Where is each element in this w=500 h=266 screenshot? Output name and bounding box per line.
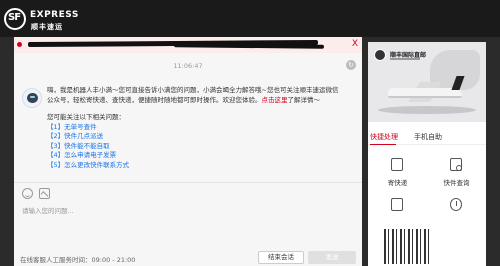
quick-send-parcel[interactable]: 寄快递 [368,154,427,194]
image-upload-icon[interactable] [39,188,50,199]
notice-dot-icon [17,42,22,47]
chat-footer: 在线客服人工服务时间：09:00 - 21:00 结束会话 发送 [14,249,362,266]
related-question-link[interactable]: 【5】怎么更改快件联系方式 [47,161,343,171]
related-question-link[interactable]: 【1】无单号查件 [47,123,343,133]
package-icon [391,158,403,171]
side-tabs: 快捷处理 手机自助 [368,129,486,145]
emoji-icon[interactable] [22,188,33,199]
chat-panel: 11:06:47 ↻ 嗨，我是机器人丰小满～您可直接告诉小满您的问题，小满会竭全… [14,53,362,266]
notice-close-button[interactable]: X [352,39,358,49]
tab-mobile-self-service[interactable]: 手机自助 [414,132,442,142]
logo-mark: SF [8,12,21,23]
service-hours: 在线客服人工服务时间：09:00 - 21:00 [20,256,136,264]
side-panel: 顺丰国际直邮 快捷处理 手机自助 寄快递 快件查询 [368,42,486,266]
brand-name-cn: 顺丰速运 [31,23,63,31]
bot-message-tail: 了解详情～ [287,95,321,104]
end-session-button[interactable]: 结束会话 [258,251,304,264]
frame-left [0,37,14,266]
bot-message-text: 嗨，我是机器人丰小满～您可直接告诉小满您的问题，小满会竭全力解答哦~您也可关注顺… [47,86,343,105]
refresh-icon[interactable]: ↻ [346,60,356,70]
message-area[interactable]: 11:06:47 ↻ 嗨，我是机器人丰小满～您可直接告诉小满您的问题，小满会竭全… [14,53,362,183]
message-timestamp: 11:06:47 [173,62,203,70]
message-input[interactable]: 请输入您的问题... [22,205,352,245]
bot-message: 嗨，我是机器人丰小满～您可直接告诉小满您的问题，小满会竭全力解答哦~您也可关注顺… [47,86,343,186]
banner-logo-icon [374,49,386,61]
related-question-link[interactable]: 【2】快件几点派送 [47,132,343,142]
plane-shadow-graphic [378,106,476,114]
related-question-link[interactable]: 【3】快件能不能自取 [47,142,343,152]
notice-bar: X [14,37,362,53]
qr-code-image [382,227,434,266]
quick-item-label: 快件查询 [443,179,470,187]
bot-avatar [22,88,42,108]
search-doc-icon [450,158,462,171]
quick-item-4[interactable] [427,194,486,234]
banner-subtitle-line [390,58,420,60]
tab-quick-actions[interactable]: 快捷处理 [370,132,398,145]
header: SF EXPRESS 顺丰速运 [0,0,500,37]
frame-right [486,37,500,266]
quick-item-label: 寄快递 [387,179,408,187]
send-button[interactable]: 发送 [308,251,356,264]
related-question-link[interactable]: 【4】怎么申请电子发票 [47,151,343,161]
related-title: 您可能关注以下相关问题： [47,113,125,121]
promo-banner[interactable]: 顺丰国际直邮 [368,42,486,122]
inbox-icon [391,198,403,211]
details-link[interactable]: 点击这里 [262,96,288,104]
brand-name-en: EXPRESS [30,10,79,20]
sf-logo-icon: SF [4,8,26,30]
input-toolbar [14,187,362,201]
quick-track-parcel[interactable]: 快件查询 [427,154,486,194]
chat-window: SF EXPRESS 顺丰速运 X 11:06:47 ↻ 嗨，我是机器人丰小满～… [0,0,500,266]
redaction-mark [173,43,325,49]
clock-icon [450,198,462,211]
